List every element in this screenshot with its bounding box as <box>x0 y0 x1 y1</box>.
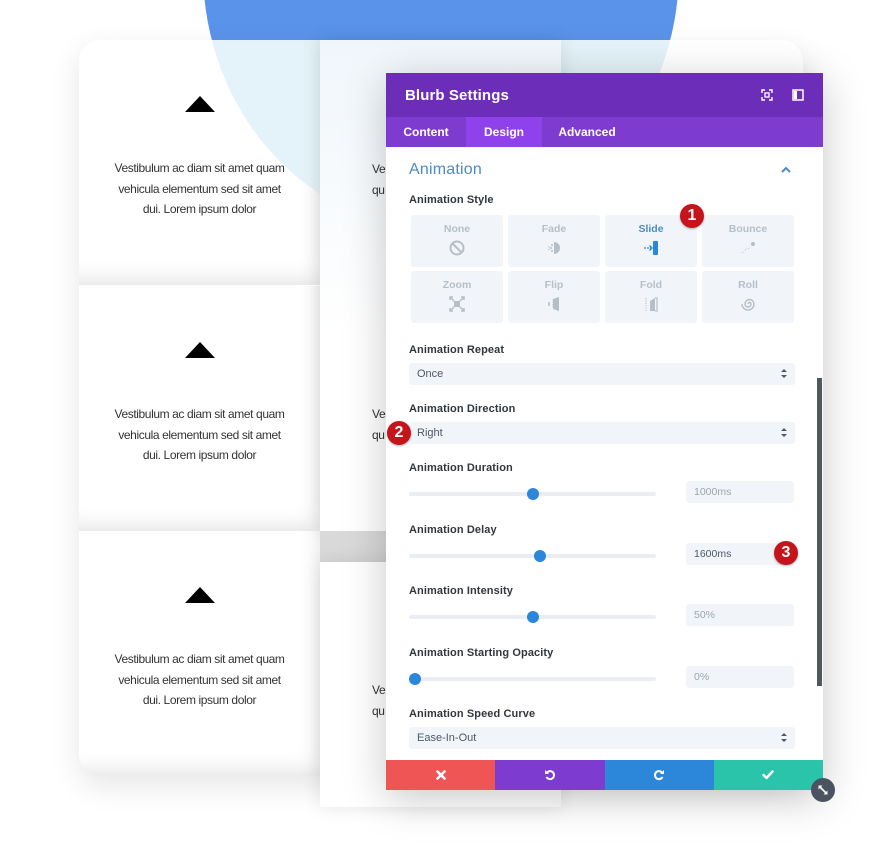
style-option-zoom[interactable]: Zoom <box>411 271 503 323</box>
slider-handle[interactable] <box>526 488 539 500</box>
blurb-card: Vestibulum ac diam sit amet quam vehicul… <box>79 40 679 285</box>
checkmark-icon <box>762 770 775 780</box>
cancel-button[interactable] <box>386 760 496 790</box>
save-button[interactable] <box>713 760 823 790</box>
animation-speed-curve-select[interactable]: Ease-In-Out <box>409 727 795 749</box>
tab-bar: Content Design Advanced <box>386 117 823 147</box>
flip-icon <box>548 297 559 311</box>
animation-speed-curve-label: Animation Speed Curve <box>409 708 536 720</box>
bounce-icon <box>741 242 755 254</box>
select-value: Ease-In-Out <box>417 732 477 744</box>
slider-track <box>409 554 656 558</box>
blurb-text-partial: qu <box>372 704 385 718</box>
option-label: Flip <box>544 279 564 291</box>
redo-button[interactable] <box>604 760 714 790</box>
slider-handle[interactable] <box>409 673 421 685</box>
annotation-badge: 2 <box>387 421 411 445</box>
option-label: Zoom <box>442 279 472 291</box>
triangle-up-icon <box>184 587 215 603</box>
blurb-text-partial: Ve <box>372 162 386 176</box>
left-column: Vestibulum ac diam sit amet quam vehicul… <box>79 40 679 776</box>
blurb-settings-modal: Blurb Settings Content Design Advanced A… <box>386 73 823 790</box>
undo-button[interactable] <box>495 760 605 790</box>
triangle-up-icon <box>184 342 215 358</box>
blurb-card: Vestibulum ac diam sit amet quam vehicul… <box>79 531 320 776</box>
option-label: Roll <box>738 279 758 291</box>
animation-duration-input[interactable]: 1000ms <box>686 481 794 503</box>
scrollbar[interactable] <box>817 378 822 686</box>
animation-style-label: Animation Style <box>409 194 494 206</box>
select-value: Once <box>417 368 444 380</box>
animation-intensity-input[interactable]: 50% <box>686 604 794 626</box>
option-label: Fade <box>541 223 567 235</box>
style-option-bounce[interactable]: Bounce <box>702 215 794 267</box>
style-option-roll[interactable]: Roll <box>702 271 794 323</box>
triangle-up-icon <box>184 96 215 112</box>
animation-starting-opacity-input[interactable]: 0% <box>686 666 794 688</box>
resize-handle[interactable] <box>811 778 835 802</box>
animation-direction-select[interactable]: Right <box>409 422 795 444</box>
animation-duration-slider[interactable] <box>409 487 656 501</box>
tab-advanced[interactable]: Advanced <box>542 117 632 147</box>
undo-icon <box>544 770 555 781</box>
expand-icon[interactable] <box>759 87 775 103</box>
animation-intensity-label: Animation Intensity <box>409 585 513 597</box>
animation-repeat-label: Animation Repeat <box>409 344 505 356</box>
modal-title: Blurb Settings <box>405 86 509 104</box>
blurb-text: Vestibulum ac diam sit amet quam vehicul… <box>114 161 285 216</box>
tab-design[interactable]: Design <box>466 117 542 147</box>
select-value: Right <box>417 427 443 439</box>
select-caret-icon <box>781 733 787 742</box>
blurb-text-partial: qu <box>372 428 385 442</box>
animation-delay-label: Animation Delay <box>409 524 497 536</box>
sidebar-toggle-icon[interactable] <box>790 87 806 103</box>
blurb-text: Vestibulum ac diam sit amet quam vehicul… <box>114 407 285 462</box>
select-caret-icon <box>781 369 787 378</box>
slider-track <box>409 677 656 681</box>
animation-style-picker: None Fade Slide Bounce Zoom Flip Fold Ro… <box>411 215 794 323</box>
blurb-text-partial: qu <box>372 183 385 197</box>
close-icon <box>435 770 446 780</box>
style-option-flip[interactable]: Flip <box>508 271 600 323</box>
animation-intensity-slider[interactable] <box>409 610 656 624</box>
blurb-card: Vestibulum ac diam sit amet quam vehicul… <box>79 286 320 531</box>
animation-delay-slider[interactable] <box>409 549 656 563</box>
modal-header[interactable]: Blurb Settings <box>386 73 823 117</box>
animation-starting-opacity-label: Animation Starting Opacity <box>409 647 554 659</box>
option-label: Slide <box>638 223 664 235</box>
option-label: None <box>443 223 471 235</box>
blurb-text-partial: Ve <box>372 407 386 421</box>
resize-diagonal-icon <box>818 785 828 795</box>
option-label: Bounce <box>728 223 768 235</box>
style-option-fold[interactable]: Fold <box>605 271 697 323</box>
slider-handle[interactable] <box>526 611 539 623</box>
roll-icon <box>741 298 755 311</box>
modal-body: Animation Animation Style None Fade Slid… <box>386 147 823 760</box>
style-option-none[interactable]: None <box>411 215 503 267</box>
blurb-text: Vestibulum ac diam sit amet quam vehicul… <box>114 652 285 707</box>
zoom-icon <box>449 296 465 312</box>
fade-icon <box>548 242 560 254</box>
slide-icon <box>644 241 658 255</box>
select-caret-icon <box>781 428 787 437</box>
animation-duration-label: Animation Duration <box>409 462 513 474</box>
option-label: Fold <box>639 279 663 291</box>
blurb-text-partial: Ve <box>372 683 386 697</box>
animation-direction-label: Animation Direction <box>409 403 516 415</box>
animation-repeat-select[interactable]: Once <box>409 363 795 385</box>
chevron-up-icon[interactable] <box>781 166 791 174</box>
style-option-fade[interactable]: Fade <box>508 215 600 267</box>
none-icon <box>449 240 465 256</box>
redo-icon <box>654 770 665 781</box>
section-title[interactable]: Animation <box>409 161 482 179</box>
tab-content[interactable]: Content <box>386 117 466 147</box>
slider-handle[interactable] <box>533 550 546 562</box>
modal-footer <box>386 760 823 790</box>
fold-icon <box>645 297 658 312</box>
annotation-badge: 1 <box>680 204 704 228</box>
annotation-badge: 3 <box>774 541 798 565</box>
animation-starting-opacity-slider[interactable] <box>409 672 656 686</box>
